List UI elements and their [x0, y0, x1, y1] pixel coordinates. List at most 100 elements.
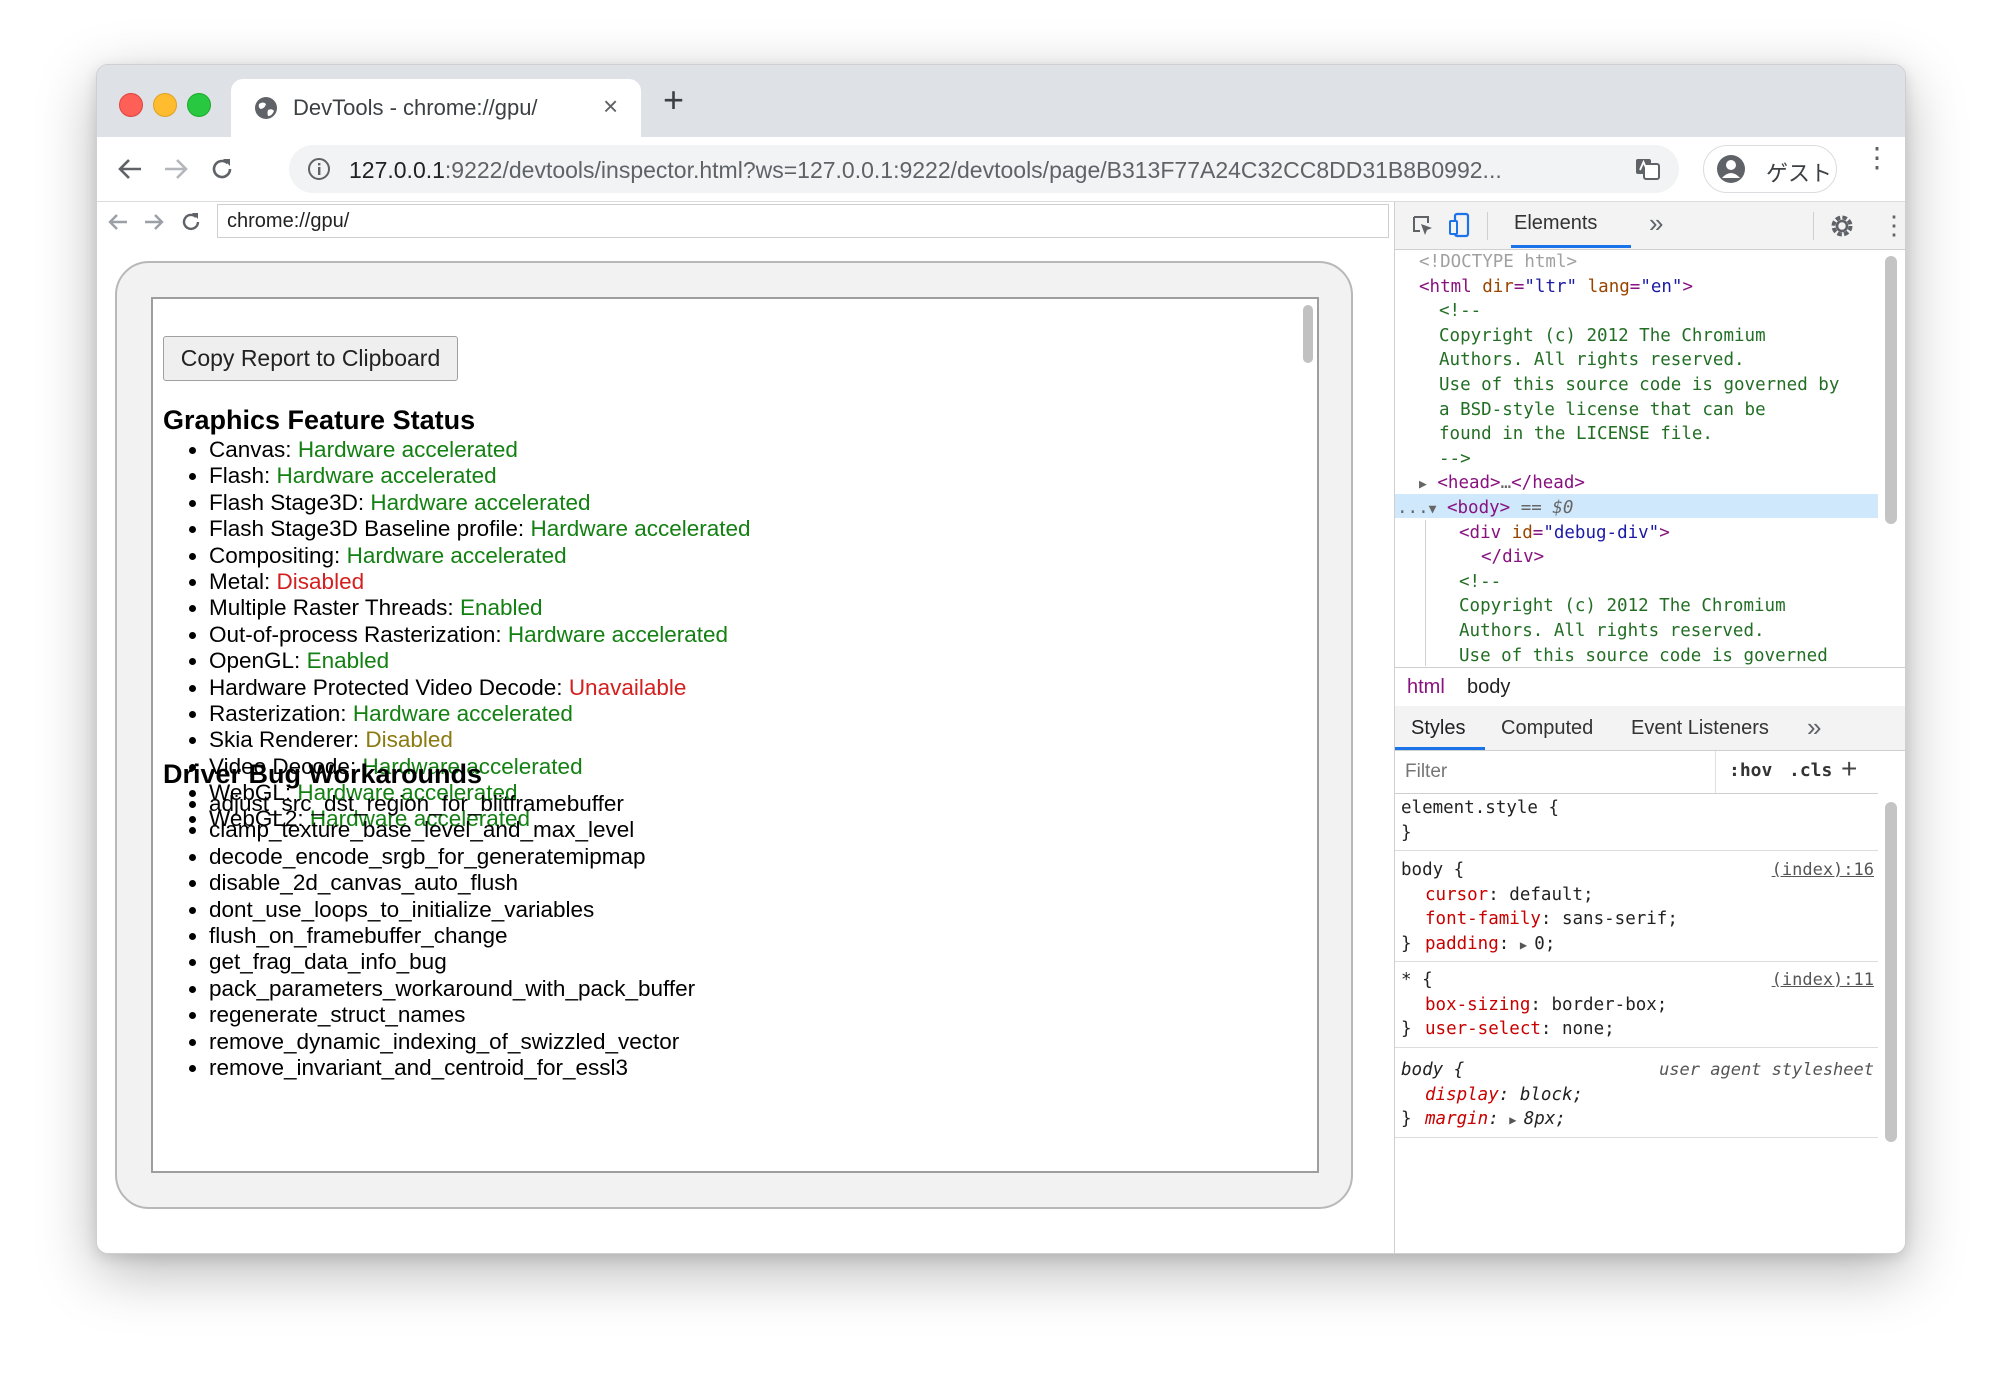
- feature-item: Metal: Disabled: [209, 569, 751, 595]
- property-value[interactable]: 8px;: [1524, 1109, 1566, 1129]
- styles-filter-input[interactable]: Filter: [1397, 757, 1697, 787]
- style-property[interactable]: font-family: sans-serif;: [1425, 907, 1678, 932]
- property-name[interactable]: cursor: [1425, 885, 1488, 905]
- cls-toggle[interactable]: .cls: [1789, 760, 1832, 781]
- feature-status: Hardware accelerated: [507, 621, 729, 647]
- feature-item: Skia Renderer: Disabled: [209, 727, 751, 753]
- style-property[interactable]: margin: ▶ 8px;: [1425, 1107, 1566, 1133]
- device-toolbar-icon[interactable]: [1449, 212, 1471, 238]
- style-property[interactable]: user-select: none;: [1425, 1017, 1615, 1042]
- back-icon[interactable]: [117, 157, 143, 181]
- devtools-toolbar: Elements » ⋮: [1395, 202, 1905, 250]
- screencast-back-icon[interactable]: [107, 212, 129, 232]
- property-value[interactable]: none;: [1562, 1019, 1615, 1039]
- expand-triangle-icon[interactable]: ▶: [1520, 938, 1534, 952]
- breadcrumb-html[interactable]: html: [1407, 676, 1445, 699]
- tab-event-listeners[interactable]: Event Listeners: [1631, 717, 1769, 740]
- body-node[interactable]: ...▼ <body> == $0: [1397, 496, 1573, 523]
- translate-icon[interactable]: [1635, 157, 1661, 181]
- head-node[interactable]: ▶ <head>…</head>: [1419, 471, 1585, 498]
- feature-item: OpenGL: Enabled: [209, 648, 751, 674]
- star-rule-selector[interactable]: * {: [1401, 968, 1433, 993]
- feature-status: Hardware accelerated: [346, 542, 567, 568]
- info-icon[interactable]: [307, 157, 331, 181]
- body-rule-selector[interactable]: body {: [1401, 858, 1464, 883]
- feature-item: Flash Stage3D: Hardware accelerated: [209, 490, 751, 516]
- forward-icon[interactable]: [163, 157, 189, 181]
- comment-line: Authors. All rights reserved.: [1439, 350, 1745, 371]
- property-value[interactable]: sans-serif;: [1562, 909, 1678, 929]
- maximize-window-button[interactable]: [187, 93, 211, 117]
- comment-line: Copyright (c) 2012 The Chromium: [1439, 325, 1766, 346]
- workarounds-heading: Driver Bug Workarounds: [163, 759, 483, 789]
- viewport-scrollbar[interactable]: [1303, 305, 1313, 363]
- more-tabs-icon[interactable]: »: [1649, 208, 1663, 239]
- property-name[interactable]: font-family: [1425, 909, 1541, 929]
- div-node[interactable]: <div id="debug-div">: [1459, 521, 1670, 546]
- feature-name: Rasterization:: [209, 700, 347, 726]
- address-bar[interactable]: 127.0.0.1:9222/devtools/inspector.html?w…: [289, 145, 1679, 193]
- feature-name: Hardware Protected Video Decode:: [209, 674, 563, 700]
- ua-body-rule-selector[interactable]: body {: [1401, 1058, 1464, 1083]
- screencast-url-input[interactable]: chrome://gpu/: [217, 204, 1389, 238]
- more-tabs-icon[interactable]: »: [1807, 712, 1821, 743]
- property-name[interactable]: margin: [1425, 1109, 1488, 1129]
- tab-elements[interactable]: Elements: [1514, 212, 1597, 235]
- gear-icon[interactable]: [1829, 213, 1855, 239]
- minimize-window-button[interactable]: [153, 93, 177, 117]
- browser-tab[interactable]: DevTools - chrome://gpu/ ×: [231, 79, 641, 137]
- property-value[interactable]: 0;: [1534, 934, 1555, 954]
- property-value[interactable]: default;: [1509, 885, 1593, 905]
- property-value[interactable]: block;: [1520, 1085, 1583, 1105]
- active-tab-indicator: [1395, 747, 1485, 750]
- new-tab-button[interactable]: +: [663, 79, 684, 121]
- tab-computed[interactable]: Computed: [1501, 717, 1593, 740]
- tab-styles[interactable]: Styles: [1411, 717, 1465, 740]
- style-property[interactable]: cursor: default;: [1425, 883, 1594, 908]
- tree-guide-line: [1425, 520, 1426, 666]
- doctype-node[interactable]: <!DOCTYPE html>: [1419, 250, 1577, 275]
- workaround-item: remove_dynamic_indexing_of_swizzled_vect…: [209, 1029, 695, 1055]
- screencast-forward-icon[interactable]: [143, 212, 165, 232]
- property-value[interactable]: border-box;: [1551, 995, 1667, 1015]
- star-rule-source-link[interactable]: (index):11: [1772, 968, 1874, 993]
- workaround-item: pack_parameters_workaround_with_pack_buf…: [209, 976, 695, 1002]
- profile-button[interactable]: ゲスト: [1703, 145, 1837, 193]
- comment-line: -->: [1439, 448, 1471, 469]
- address-url: 127.0.0.1:9222/devtools/inspector.html?w…: [349, 157, 1502, 183]
- html-node[interactable]: <html dir="ltr" lang="en">: [1419, 275, 1693, 300]
- feature-status: Disabled: [365, 727, 453, 753]
- style-property[interactable]: box-sizing: border-box;: [1425, 993, 1667, 1018]
- styles-pane-tabs: Styles Computed Event Listeners »: [1395, 706, 1905, 751]
- rule-close: }: [1401, 933, 1412, 954]
- property-name[interactable]: padding: [1425, 934, 1499, 954]
- style-property[interactable]: display: block;: [1425, 1083, 1583, 1108]
- div-close-node[interactable]: </div>: [1481, 545, 1544, 570]
- body-rule-source-link[interactable]: (index):16: [1772, 858, 1874, 883]
- style-property[interactable]: padding: ▶ 0;: [1425, 932, 1555, 958]
- element-style-selector[interactable]: element.style {: [1401, 796, 1559, 821]
- new-style-rule-button[interactable]: +: [1841, 753, 1857, 785]
- expand-triangle-icon[interactable]: ▶: [1509, 1113, 1523, 1127]
- browser-menu-icon[interactable]: ⋮: [1863, 144, 1891, 172]
- property-name[interactable]: user-select: [1425, 1019, 1541, 1039]
- screencast-viewport[interactable]: Copy Report to Clipboard Graphics Featur…: [151, 297, 1319, 1173]
- tab-close-icon[interactable]: ×: [603, 91, 618, 122]
- reload-icon[interactable]: [209, 156, 235, 182]
- close-window-button[interactable]: [119, 93, 143, 117]
- devtools-menu-icon[interactable]: ⋮: [1881, 210, 1905, 240]
- feature-name: Compositing:: [209, 542, 341, 568]
- dom-tree[interactable]: <!DOCTYPE html> <html dir="ltr" lang="en…: [1395, 250, 1878, 666]
- breadcrumb-body[interactable]: body: [1467, 676, 1510, 699]
- dom-scrollbar[interactable]: [1885, 256, 1897, 524]
- feature-status: Hardware accelerated: [297, 437, 518, 462]
- feature-status: Hardware accelerated: [276, 463, 497, 489]
- inspect-element-icon[interactable]: [1411, 214, 1435, 238]
- screencast-reload-icon[interactable]: [179, 210, 203, 234]
- property-name[interactable]: box-sizing: [1425, 995, 1530, 1015]
- copy-report-button[interactable]: Copy Report to Clipboard: [163, 336, 458, 381]
- feature-item: Flash Stage3D Baseline profile: Hardware…: [209, 516, 751, 542]
- hov-toggle[interactable]: :hov: [1729, 760, 1772, 781]
- property-name[interactable]: display: [1425, 1085, 1499, 1105]
- styles-scrollbar[interactable]: [1885, 802, 1897, 1142]
